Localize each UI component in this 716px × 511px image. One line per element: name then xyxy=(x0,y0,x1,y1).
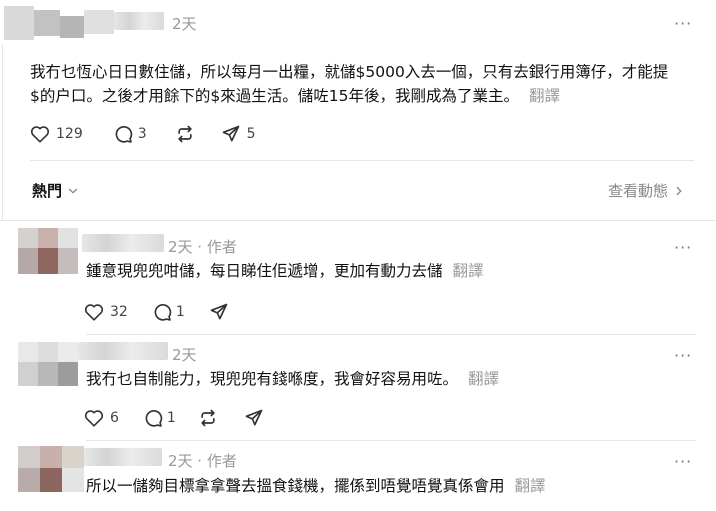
comment-icon xyxy=(154,304,172,321)
reply-more-icon[interactable]: ··· xyxy=(674,238,692,257)
divider xyxy=(86,440,696,441)
heart-icon xyxy=(84,304,104,321)
reply-username[interactable] xyxy=(82,234,164,252)
heart-icon xyxy=(30,126,50,143)
share-button[interactable]: 5 xyxy=(221,124,256,144)
post-actions: 129 3 5 xyxy=(30,124,256,144)
reply-body: 我冇乜自制能力，現兜兜有錢喺度，我會好容易用咗。 xyxy=(86,370,459,388)
reply-text: 我冇乜自制能力，現兜兜有錢喺度，我會好容易用咗。 翻譯 xyxy=(86,367,676,391)
post-avatar[interactable] xyxy=(4,6,114,40)
reply-text: 所以一儲夠目標拿拿聲去搵食錢機，擺係到唔覺唔覺真係會用 翻譯 xyxy=(86,474,686,498)
share-button[interactable] xyxy=(209,302,229,322)
share-count: 5 xyxy=(246,126,256,142)
comment-button[interactable]: 1 xyxy=(152,302,185,322)
comment-count: 3 xyxy=(137,126,147,142)
like-button[interactable]: 129 xyxy=(30,125,83,143)
repost-button[interactable] xyxy=(175,124,195,144)
reply-meta: 2天 · 作者 xyxy=(168,238,237,256)
reply-actions: 32 1 xyxy=(84,302,229,322)
comment-icon xyxy=(145,410,163,427)
reply-body: 所以一儲夠目標拿拿聲去搵食錢機，擺係到唔覺唔覺真係會用 xyxy=(86,477,505,495)
comment-icon xyxy=(115,126,132,143)
translate-link[interactable]: 翻譯 xyxy=(515,477,546,495)
translate-link[interactable]: 翻譯 xyxy=(468,370,499,388)
reply-more-icon[interactable]: ··· xyxy=(674,346,692,365)
chevron-right-icon xyxy=(676,186,682,195)
thread-line xyxy=(2,44,3,220)
share-icon xyxy=(210,303,228,320)
post-username[interactable] xyxy=(114,12,164,30)
like-count: 129 xyxy=(56,126,83,142)
repost-icon xyxy=(177,125,192,143)
repost-button[interactable] xyxy=(198,408,218,428)
post-time: 2天 xyxy=(172,15,197,33)
like-count: 6 xyxy=(110,410,119,426)
sort-label: 熱門 xyxy=(32,182,63,200)
divider xyxy=(30,160,694,161)
divider xyxy=(0,220,716,221)
reply-avatar[interactable] xyxy=(18,228,78,274)
reply-avatar[interactable] xyxy=(18,446,84,492)
reply-username[interactable] xyxy=(84,448,162,466)
view-activity-link[interactable]: 查看動態 xyxy=(608,180,686,201)
heart-icon xyxy=(84,410,104,427)
like-button[interactable]: 6 xyxy=(84,409,119,427)
comment-count: 1 xyxy=(175,304,185,320)
post-more-icon[interactable]: ··· xyxy=(674,14,692,33)
divider xyxy=(86,334,696,335)
reply-meta: 2天 xyxy=(172,346,197,364)
reply-actions: 6 1 xyxy=(84,408,264,428)
post-text: 我冇乜恆心日日數住儲，所以每月一出糧，就儲$5000入去一個，只有去銀行用簿仔，… xyxy=(30,60,670,108)
sort-dropdown[interactable]: 熱門 xyxy=(32,180,80,201)
post-body: 我冇乜恆心日日數住儲，所以每月一出糧，就儲$5000入去一個，只有去銀行用簿仔，… xyxy=(30,63,669,105)
reply-body: 鍾意現兜兜咁儲，每日睇住佢遞增，更加有動力去儲 xyxy=(86,262,443,280)
translate-link[interactable]: 翻譯 xyxy=(453,262,484,280)
reply-more-icon[interactable]: ··· xyxy=(674,452,692,471)
reply-text: 鍾意現兜兜咁儲，每日睇住佢遞增，更加有動力去儲 翻譯 xyxy=(86,259,676,283)
reply-username[interactable] xyxy=(78,342,168,360)
comment-button[interactable]: 1 xyxy=(143,408,176,428)
repost-icon xyxy=(201,409,215,427)
reply-avatar[interactable] xyxy=(18,342,78,386)
like-count: 32 xyxy=(110,304,128,320)
like-button[interactable]: 32 xyxy=(84,303,128,321)
translate-link[interactable]: 翻譯 xyxy=(529,87,560,105)
comment-count: 1 xyxy=(166,410,176,426)
comment-button[interactable]: 3 xyxy=(113,124,147,144)
share-icon xyxy=(245,409,263,426)
chevron-down-icon xyxy=(68,188,78,194)
share-button[interactable] xyxy=(244,408,264,428)
share-icon xyxy=(222,125,239,142)
view-activity-label: 查看動態 xyxy=(608,182,669,200)
reply-meta: 2天 · 作者 xyxy=(168,452,237,470)
